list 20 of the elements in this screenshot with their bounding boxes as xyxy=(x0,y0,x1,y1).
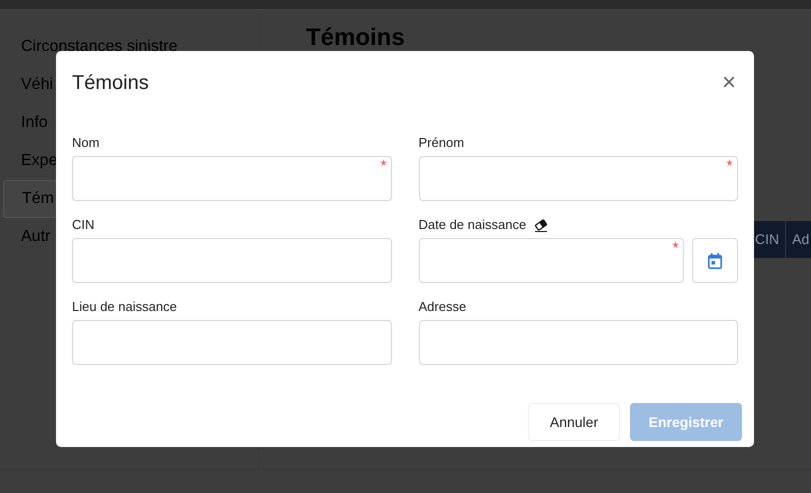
input-field[interactable] xyxy=(72,156,392,201)
column-header: Ad xyxy=(785,221,811,258)
column-header: CIN xyxy=(754,230,780,249)
close-button[interactable]: × xyxy=(722,71,736,95)
input-field[interactable] xyxy=(72,238,392,283)
input-field[interactable] xyxy=(418,156,738,201)
input-field[interactable] xyxy=(418,320,738,365)
calendar-icon xyxy=(708,252,722,268)
input-field[interactable] xyxy=(72,320,392,365)
dialog-title: Témoins xyxy=(72,71,149,95)
field-label: CIN xyxy=(72,216,94,234)
field-label: Nom xyxy=(72,134,100,152)
field-label: Prénom xyxy=(418,134,464,152)
page-heading: Témoins xyxy=(306,23,405,53)
field-label: Lieu de naissance xyxy=(72,298,177,316)
input-field[interactable] xyxy=(418,238,684,283)
cancel-button[interactable]: Annuler xyxy=(528,403,620,441)
calendar-button[interactable] xyxy=(692,238,738,283)
field-label: Date de naissance xyxy=(418,216,526,234)
field-label: Adresse xyxy=(418,298,466,316)
